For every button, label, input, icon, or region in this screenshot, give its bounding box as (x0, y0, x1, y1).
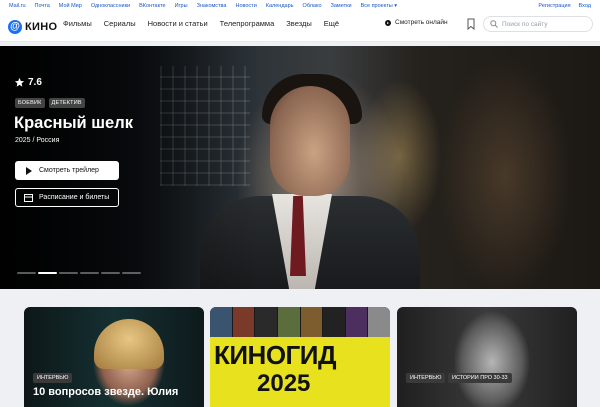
portal-link-mail[interactable]: Почта (35, 3, 50, 9)
portal-link-games[interactable]: Игры (175, 3, 188, 9)
portal-link-calendar[interactable]: Календарь (266, 3, 294, 9)
nav-item-films[interactable]: Фильмы (63, 19, 92, 28)
portal-link-myworld[interactable]: Мой Мир (59, 3, 82, 9)
bookmark-icon[interactable] (466, 18, 476, 30)
rating-value: 7.6 (28, 77, 42, 88)
at-logo-icon: @ (8, 20, 22, 34)
nav-item-series[interactable]: Сериалы (104, 19, 136, 28)
genre-tags: БОЕВИК ДЕТЕКТИВ (15, 98, 85, 108)
nav-item-tv[interactable]: Телепрограмма (220, 19, 275, 28)
login-link[interactable]: Вход (579, 3, 591, 9)
hero-actor-face (270, 86, 350, 196)
nav-item-more[interactable]: Ещё (324, 19, 339, 28)
search-input[interactable] (502, 20, 592, 28)
schedule-tickets-label: Расписание и билеты (39, 194, 110, 201)
watch-online-link[interactable]: Смотреть онлайн (385, 19, 448, 26)
kinogid-year: 2025 (257, 370, 311, 397)
schedule-tickets-button[interactable]: Расписание и билеты (15, 188, 119, 207)
ticket-icon (24, 193, 33, 202)
hero-banner[interactable]: 7.6 БОЕВИК ДЕТЕКТИВ Красный шелк 2025 / … (0, 46, 600, 289)
portal-link-mailru[interactable]: Mail.ru (9, 3, 26, 9)
card-tag-interview[interactable]: ИНТЕРВЬЮ (33, 373, 73, 383)
portal-link-news[interactable]: Новости (235, 3, 256, 9)
portal-link-ok[interactable]: Одноклассники (91, 3, 130, 9)
nav-item-news[interactable]: Новости и статьи (148, 19, 208, 28)
card-title[interactable]: 10 вопросов звезде. Юлия (33, 386, 178, 398)
logo-text: КИНО (25, 21, 58, 33)
slide-dot[interactable] (80, 272, 99, 274)
auth-links: Регистрация Вход (538, 3, 591, 9)
nav-item-stars[interactable]: Звезды (286, 19, 311, 28)
register-link[interactable]: Регистрация (538, 3, 570, 9)
slide-dot[interactable] (17, 272, 36, 274)
chevron-down-icon: ▾ (394, 3, 397, 9)
card-tag-stories[interactable]: ИСТОРИИ ПРО 30-33 (448, 373, 512, 383)
play-icon (26, 166, 32, 175)
genre-tag[interactable]: ДЕТЕКТИВ (48, 98, 85, 108)
news-card-stories[interactable] (397, 307, 577, 407)
slide-dot[interactable] (122, 272, 141, 274)
slide-indicators (17, 272, 141, 274)
portal-link-dating[interactable]: Знакомства (197, 3, 227, 9)
search-icon (490, 20, 498, 28)
slide-dot[interactable] (38, 272, 57, 274)
watch-trailer-button[interactable]: Смотреть трейлер (15, 161, 119, 180)
movie-title[interactable]: Красный шелк (14, 114, 133, 133)
site-logo[interactable]: @ КИНО (8, 20, 57, 34)
portal-link-cloud[interactable]: Облако (303, 3, 322, 9)
portal-link-vk[interactable]: ВКонтакте (139, 3, 165, 9)
search-box (483, 16, 593, 32)
movie-meta: 2025 / Россия (15, 137, 60, 144)
genre-tag[interactable]: БОЕВИК (15, 98, 45, 108)
news-card-kinogid[interactable]: КИНОГИД 2025 (210, 307, 390, 407)
card-poster-strip (210, 307, 390, 337)
kinogid-headline: КИНОГИД (214, 340, 337, 370)
portal-link-all-projects[interactable]: Все проекты ▾ (361, 3, 397, 9)
rating: 7.6 (14, 77, 42, 88)
slide-dot[interactable] (59, 272, 78, 274)
watch-online-label: Смотреть онлайн (395, 19, 448, 26)
nav-menu: Фильмы Сериалы Новости и статьи Телепрог… (63, 19, 339, 28)
main-nav: @ КИНО Фильмы Сериалы Новости и статьи Т… (0, 12, 600, 42)
card-tag-interview[interactable]: ИНТЕРВЬЮ (406, 373, 446, 383)
slide-dot[interactable] (101, 272, 120, 274)
watch-trailer-label: Смотреть трейлер (39, 167, 99, 174)
portal-links: Mail.ru Почта Мой Мир Одноклассники ВКон… (9, 3, 397, 9)
portal-link-notes[interactable]: Заметки (331, 3, 352, 9)
portal-bar: Mail.ru Почта Мой Мир Одноклассники ВКон… (0, 0, 600, 12)
star-icon (14, 77, 25, 87)
play-circle-icon (385, 19, 391, 26)
card-actress-hair (94, 319, 164, 369)
